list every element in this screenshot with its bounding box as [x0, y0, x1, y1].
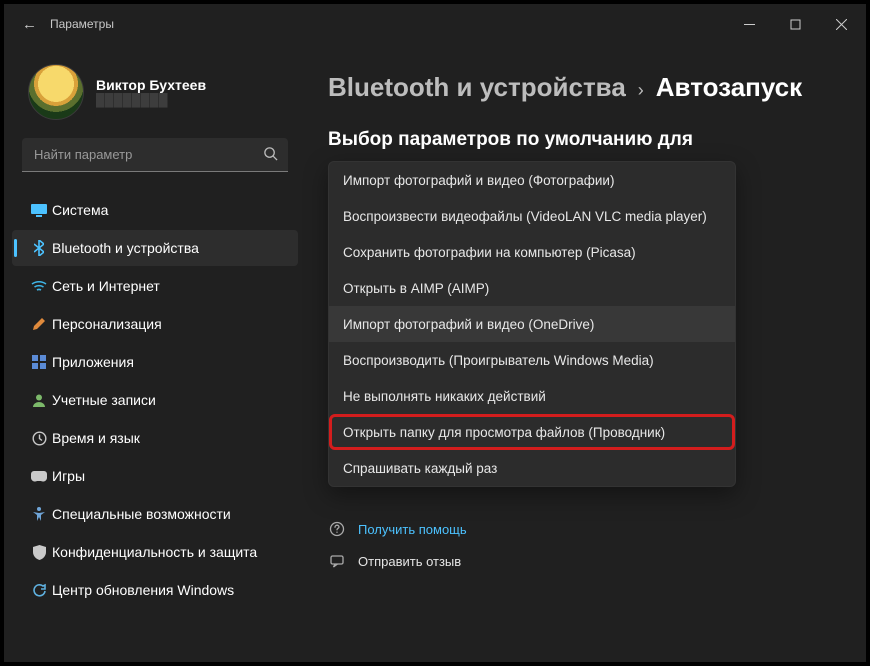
- window-title: Параметры: [50, 17, 114, 31]
- dropdown-option[interactable]: Открыть папку для просмотра файлов (Пров…: [329, 414, 735, 450]
- update-icon: [26, 583, 52, 598]
- feedback-icon: [328, 553, 346, 569]
- breadcrumb-parent[interactable]: Bluetooth и устройства: [328, 72, 626, 103]
- gaming-icon: [26, 471, 52, 482]
- close-button[interactable]: [818, 4, 864, 44]
- sidebar-item-label: Персонализация: [52, 316, 288, 332]
- sidebar-item-6[interactable]: Время и язык: [12, 420, 298, 456]
- dropdown-option[interactable]: Импорт фотографий и видео (OneDrive): [329, 306, 735, 342]
- dropdown-option[interactable]: Сохранить фотографии на компьютер (Picas…: [329, 234, 735, 270]
- feedback-label: Отправить отзыв: [358, 554, 461, 569]
- sidebar-item-1[interactable]: Bluetooth и устройства: [12, 230, 298, 266]
- sidebar-item-label: Центр обновления Windows: [52, 582, 288, 598]
- search-field[interactable]: [34, 147, 263, 162]
- sidebar-item-3[interactable]: Персонализация: [12, 306, 298, 342]
- search-input[interactable]: [22, 138, 288, 172]
- sidebar-item-label: Игры: [52, 468, 288, 484]
- sidebar-item-0[interactable]: Система: [12, 192, 298, 228]
- breadcrumb: Bluetooth и устройства › Автозапуск: [328, 72, 844, 103]
- minimize-button[interactable]: [726, 4, 772, 44]
- back-button[interactable]: ←: [22, 16, 50, 33]
- dropdown-option[interactable]: Воспроизвести видеофайлы (VideoLAN VLC m…: [329, 198, 735, 234]
- help-link[interactable]: Получить помощь: [328, 521, 844, 537]
- sidebar-item-label: Bluetooth и устройства: [52, 240, 288, 256]
- help-label: Получить помощь: [358, 522, 467, 537]
- search-icon: [263, 146, 278, 164]
- personalize-icon: [26, 316, 52, 332]
- sidebar-item-8[interactable]: Специальные возможности: [12, 496, 298, 532]
- sidebar-item-label: Учетные записи: [52, 392, 288, 408]
- system-icon: [26, 204, 52, 217]
- sidebar-item-label: Приложения: [52, 354, 288, 370]
- sidebar-item-9[interactable]: Конфиденциальность и защита: [12, 534, 298, 570]
- feedback-link[interactable]: Отправить отзыв: [328, 553, 844, 569]
- sidebar-item-label: Сеть и Интернет: [52, 278, 288, 294]
- sidebar-item-4[interactable]: Приложения: [12, 344, 298, 380]
- dropdown-option[interactable]: Открыть в AIMP (AIMP): [329, 270, 735, 306]
- dropdown-option[interactable]: Не выполнять никаких действий: [329, 378, 735, 414]
- sidebar-item-2[interactable]: Сеть и Интернет: [12, 268, 298, 304]
- network-icon: [26, 280, 52, 292]
- accounts-icon: [26, 393, 52, 407]
- breadcrumb-current: Автозапуск: [656, 72, 802, 103]
- chevron-right-icon: ›: [638, 80, 644, 101]
- maximize-button[interactable]: [772, 4, 818, 44]
- sidebar-item-5[interactable]: Учетные записи: [12, 382, 298, 418]
- sidebar-item-label: Специальные возможности: [52, 506, 288, 522]
- avatar: [28, 64, 84, 120]
- bluetooth-icon: [26, 240, 52, 256]
- dropdown-option[interactable]: Спрашивать каждый раз: [329, 450, 735, 486]
- time-lang-icon: [26, 431, 52, 446]
- sidebar-item-label: Система: [52, 202, 288, 218]
- dropdown-option[interactable]: Импорт фотографий и видео (Фотографии): [329, 162, 735, 198]
- profile-block[interactable]: Виктор Бухтеев ████████: [12, 58, 298, 134]
- sidebar-item-7[interactable]: Игры: [12, 458, 298, 494]
- profile-name: Виктор Бухтеев: [96, 77, 206, 93]
- section-title: Выбор параметров по умолчанию для: [328, 129, 844, 151]
- profile-email: ████████: [96, 93, 206, 107]
- sidebar-nav: Система Bluetooth и устройства Сеть и Инте…: [12, 192, 298, 608]
- sidebar-item-label: Время и язык: [52, 430, 288, 446]
- sidebar-item-label: Конфиденциальность и защита: [52, 544, 288, 560]
- dropdown-list: Импорт фотографий и видео (Фотографии)Во…: [328, 161, 736, 487]
- help-icon: [328, 521, 346, 537]
- dropdown-option[interactable]: Воспроизводить (Проигрыватель Windows Me…: [329, 342, 735, 378]
- sidebar-item-10[interactable]: Центр обновления Windows: [12, 572, 298, 608]
- apps-icon: [26, 355, 52, 369]
- accessibility-icon: [26, 507, 52, 522]
- privacy-icon: [26, 545, 52, 560]
